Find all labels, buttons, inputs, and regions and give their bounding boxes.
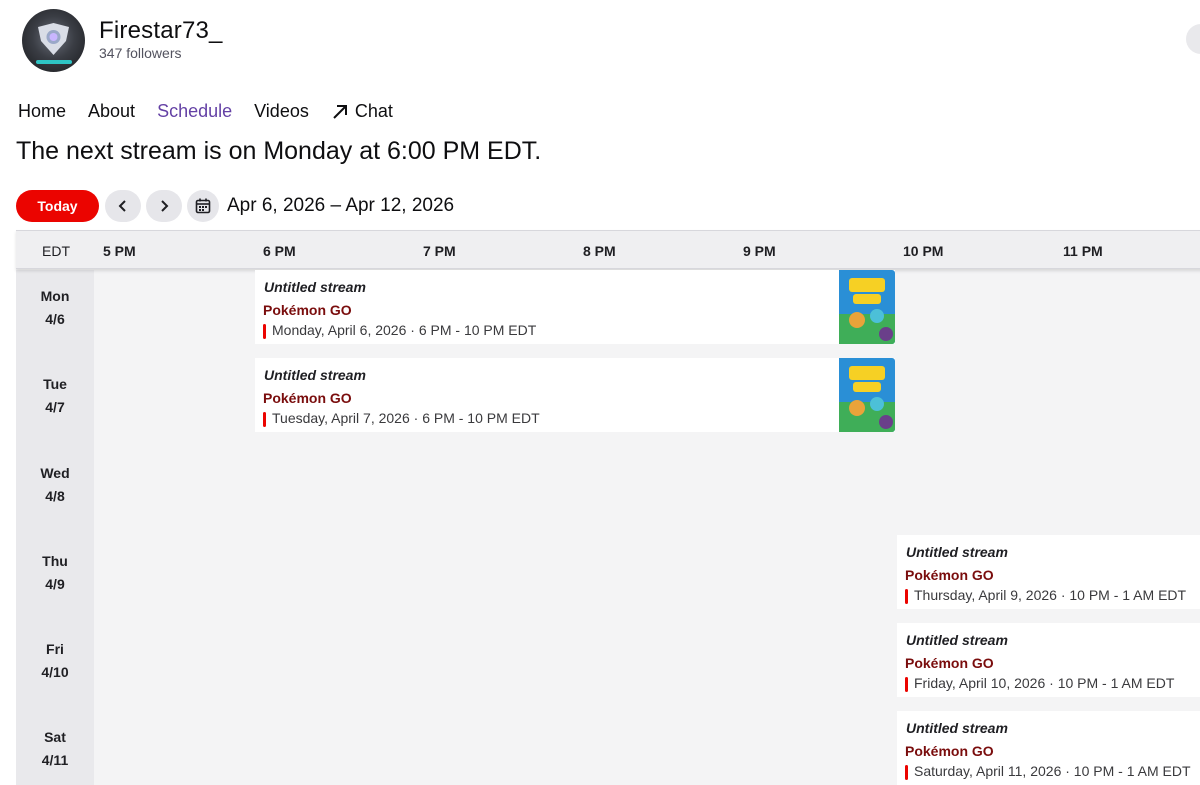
tab-home-label: Home <box>18 101 67 121</box>
pokemon-go-box-art-icon[interactable] <box>839 358 895 432</box>
stream-game[interactable]: Pokémon GO <box>905 567 994 583</box>
avatar[interactable] <box>22 9 85 72</box>
today-button[interactable]: Today <box>16 190 99 222</box>
tab-about[interactable]: About <box>88 101 135 122</box>
day-date: 4/10 <box>41 664 69 680</box>
day-date: 4/11 <box>41 752 69 768</box>
day-name: Fri <box>46 641 64 657</box>
chevron-right-icon <box>161 200 169 212</box>
stream-title: Untitled stream <box>264 367 366 383</box>
date-range-label: Apr 6, 2026 – Apr 12, 2026 <box>227 195 455 216</box>
day-label-fri: Fri 4/10 <box>16 638 94 684</box>
tab-videos-label: Videos <box>254 101 309 121</box>
day-date: 4/9 <box>45 576 65 592</box>
hour-label: 5 PM <box>103 243 136 259</box>
stream-card[interactable]: Untitled stream Pokémon GO Tuesday, Apri… <box>255 358 895 432</box>
hour-label: 9 PM <box>743 243 776 259</box>
hour-label: 10 PM <box>903 243 944 259</box>
day-label-wed: Wed 4/8 <box>16 462 94 508</box>
chevron-left-icon <box>118 200 126 212</box>
stream-time: Thursday, April 9, 2026 · 10 PM - 1 AM E… <box>905 587 1186 604</box>
tab-chat-label: Chat <box>354 101 393 121</box>
stream-game[interactable]: Pokémon GO <box>905 655 994 671</box>
follower-count: 347 followers <box>99 45 182 61</box>
day-name: Mon <box>40 288 70 304</box>
previous-week-button[interactable] <box>105 190 141 222</box>
emblem-icon <box>38 23 69 55</box>
day-name: Thu <box>42 553 68 569</box>
day-label-mon: Mon 4/6 <box>16 285 94 331</box>
stream-time: Monday, April 6, 2026 · 6 PM - 10 PM EDT <box>263 322 536 339</box>
day-column: Mon 4/6 Tue 4/7 Wed 4/8 Thu 4/9 Fri 4/10 Sat 4… <box>16 270 94 785</box>
pokemon-go-box-art-icon[interactable] <box>839 270 895 344</box>
day-label-sat: Sat 4/11 <box>16 726 94 772</box>
day-name: Tue <box>43 376 67 392</box>
stream-card[interactable]: Untitled stream Pokémon GO Monday, April… <box>255 270 895 344</box>
schedule-grid: Mon 4/6 Tue 4/7 Wed 4/8 Thu 4/9 Fri 4/10 Sat 4… <box>16 230 1200 785</box>
external-arrow-icon <box>333 104 347 119</box>
stream-game[interactable]: Pokémon GO <box>263 390 352 406</box>
tab-chat[interactable]: Chat <box>331 101 393 122</box>
tab-schedule[interactable]: Schedule <box>157 101 232 122</box>
stream-card[interactable]: Untitled stream Pokémon GO Saturday, Apr… <box>897 711 1200 785</box>
stream-game[interactable]: Pokémon GO <box>263 302 352 318</box>
day-label-tue: Tue 4/7 <box>16 373 94 419</box>
stream-title: Untitled stream <box>906 720 1008 736</box>
day-date: 4/7 <box>45 399 65 415</box>
tab-schedule-label: Schedule <box>157 101 233 121</box>
stream-title: Untitled stream <box>906 544 1008 560</box>
channel-nav: Home About Schedule Videos Chat <box>18 101 415 122</box>
day-name: Sat <box>44 729 66 745</box>
schedule-controls: Today Apr 6, 2026 – Apr 12, 2026 <box>16 190 454 222</box>
day-name: Wed <box>40 465 70 481</box>
tab-about-label: About <box>88 101 136 121</box>
hour-label: 11 PM <box>1063 243 1103 259</box>
stream-title: Untitled stream <box>264 279 366 295</box>
stream-time: Saturday, April 11, 2026 · 10 PM - 1 AM … <box>905 763 1191 780</box>
timezone-label: EDT <box>42 243 70 259</box>
tab-home[interactable]: Home <box>18 101 66 122</box>
hour-label: 7 PM <box>423 243 456 259</box>
next-week-button[interactable] <box>146 190 182 222</box>
stream-title: Untitled stream <box>906 632 1008 648</box>
stream-game[interactable]: Pokémon GO <box>905 743 994 759</box>
channel-name[interactable]: Firestar73_ <box>99 17 223 45</box>
stream-card[interactable]: Untitled stream Pokémon GO Friday, April… <box>897 623 1200 697</box>
tab-videos[interactable]: Videos <box>254 101 309 122</box>
stream-time: Friday, April 10, 2026 · 10 PM - 1 AM ED… <box>905 675 1174 692</box>
avatar-bar <box>36 60 72 64</box>
day-label-thu: Thu 4/9 <box>16 550 94 596</box>
hour-label: 8 PM <box>583 243 616 259</box>
hour-header: EDT 5 PM 6 PM 7 PM 8 PM 9 PM 10 PM 11 PM <box>16 230 1200 269</box>
next-stream-notice: The next stream is on Monday at 6:00 PM … <box>16 137 542 165</box>
header-action-button[interactable] <box>1186 24 1200 54</box>
stream-time: Tuesday, April 7, 2026 · 6 PM - 10 PM ED… <box>263 410 540 427</box>
stream-card[interactable]: Untitled stream Pokémon GO Thursday, Apr… <box>897 535 1200 609</box>
calendar-button[interactable] <box>187 190 219 222</box>
hour-label: 6 PM <box>263 243 296 259</box>
day-date: 4/6 <box>45 311 65 327</box>
calendar-icon <box>195 198 211 214</box>
day-date: 4/8 <box>45 488 65 504</box>
